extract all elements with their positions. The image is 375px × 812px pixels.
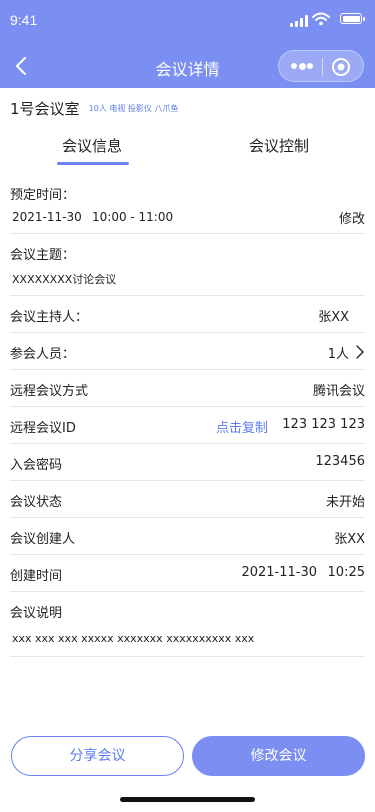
meeting-status-value: 未开始 xyxy=(325,495,365,510)
password-value: 123456 xyxy=(315,454,365,469)
tab-bar: 会议信息 会议控制 xyxy=(0,135,375,169)
navbar: 会议详情 xyxy=(0,44,375,88)
wifi-icon xyxy=(312,12,330,26)
description-label: 会议说明 xyxy=(10,606,63,621)
schedule-date: 2021-11-30 xyxy=(12,210,82,224)
status-time: 9:41 xyxy=(10,12,38,28)
room-name: 1号会议室 xyxy=(10,100,80,118)
created-date-value: 2021-11-30 xyxy=(241,565,317,580)
room-tags: 10人 电视 投影仪 八爪鱼 xyxy=(88,104,179,113)
participants-row[interactable]: 参会人员： 1人 xyxy=(10,333,365,370)
remote-method-row: 远程会议方式 腾讯会议 xyxy=(10,370,365,407)
remote-method-label: 远程会议方式 xyxy=(10,384,89,399)
status-bar: 9:41 xyxy=(0,0,375,44)
schedule-row: 预定时间： 2021-11-30 10:00 - 11:00 修改 xyxy=(10,176,365,234)
password-row: 入会密码 123456 xyxy=(10,444,365,481)
share-meeting-button[interactable]: 分享会议 xyxy=(11,736,184,776)
meeting-info-list: 预定时间： 2021-11-30 10:00 - 11:00 修改 会议主题： … xyxy=(10,176,365,657)
chevron-right-icon[interactable] xyxy=(355,345,365,359)
topic-value: XXXXXXXX讨论会议 xyxy=(12,273,117,286)
more-menu-icon[interactable] xyxy=(291,62,313,71)
meeting-status-row: 会议状态 未开始 xyxy=(10,481,365,518)
participants-label: 参会人员： xyxy=(10,347,76,362)
topic-row: 会议主题： XXXXXXXX讨论会议 xyxy=(10,234,365,296)
schedule-label: 预定时间： xyxy=(10,188,76,203)
created-time-label: 创建时间 xyxy=(10,569,63,584)
remote-id-value: 123 123 123 xyxy=(282,417,365,432)
capsule-divider xyxy=(322,58,323,76)
description-value: xxx xxx xxx xxxxx xxxxxxx xxxxxxxxxx xxx xyxy=(12,632,255,645)
copy-id-link[interactable]: 点击复制 xyxy=(216,417,268,436)
tab-meeting-control[interactable]: 会议控制 xyxy=(249,135,309,156)
topic-label: 会议主题： xyxy=(10,248,76,263)
tab-meeting-info[interactable]: 会议信息 xyxy=(62,135,122,156)
description-row: 会议说明 xxx xxx xxx xxxxx xxxxxxx xxxxxxxxx… xyxy=(10,592,365,657)
creator-value: 张XX xyxy=(334,532,365,547)
remote-id-row: 远程会议ID 点击复制 123 123 123 xyxy=(10,407,365,444)
edit-time-link[interactable]: 修改 xyxy=(339,208,365,227)
host-row: 会议主持人： 张XX xyxy=(10,296,365,333)
meeting-status-label: 会议状态 xyxy=(10,495,63,510)
host-label: 会议主持人： xyxy=(10,310,89,325)
creator-row: 会议创建人 张XX xyxy=(10,518,365,555)
mini-program-capsule xyxy=(278,50,364,82)
edit-meeting-button[interactable]: 修改会议 xyxy=(192,736,365,776)
participants-value: 1人 xyxy=(327,347,349,362)
close-mini-program-icon[interactable] xyxy=(331,57,351,77)
password-label: 入会密码 xyxy=(10,458,63,473)
room-info: 1号会议室 10人 电视 投影仪 八爪鱼 xyxy=(10,98,178,118)
created-time-row: 创建时间 2021-11-30 10:25 xyxy=(10,555,365,592)
remote-id-label: 远程会议ID xyxy=(10,421,76,436)
created-time-value: 10:25 xyxy=(327,565,365,580)
battery-icon xyxy=(340,13,365,24)
signal-icon xyxy=(290,15,308,27)
schedule-time-range: 10:00 - 11:00 xyxy=(92,210,174,224)
remote-method-value: 腾讯会议 xyxy=(312,384,365,399)
creator-label: 会议创建人 xyxy=(10,532,76,547)
active-tab-indicator xyxy=(57,162,129,165)
header: 9:41 会议详情 xyxy=(0,0,375,88)
home-indicator xyxy=(120,797,255,802)
host-value: 张XX xyxy=(318,310,349,325)
